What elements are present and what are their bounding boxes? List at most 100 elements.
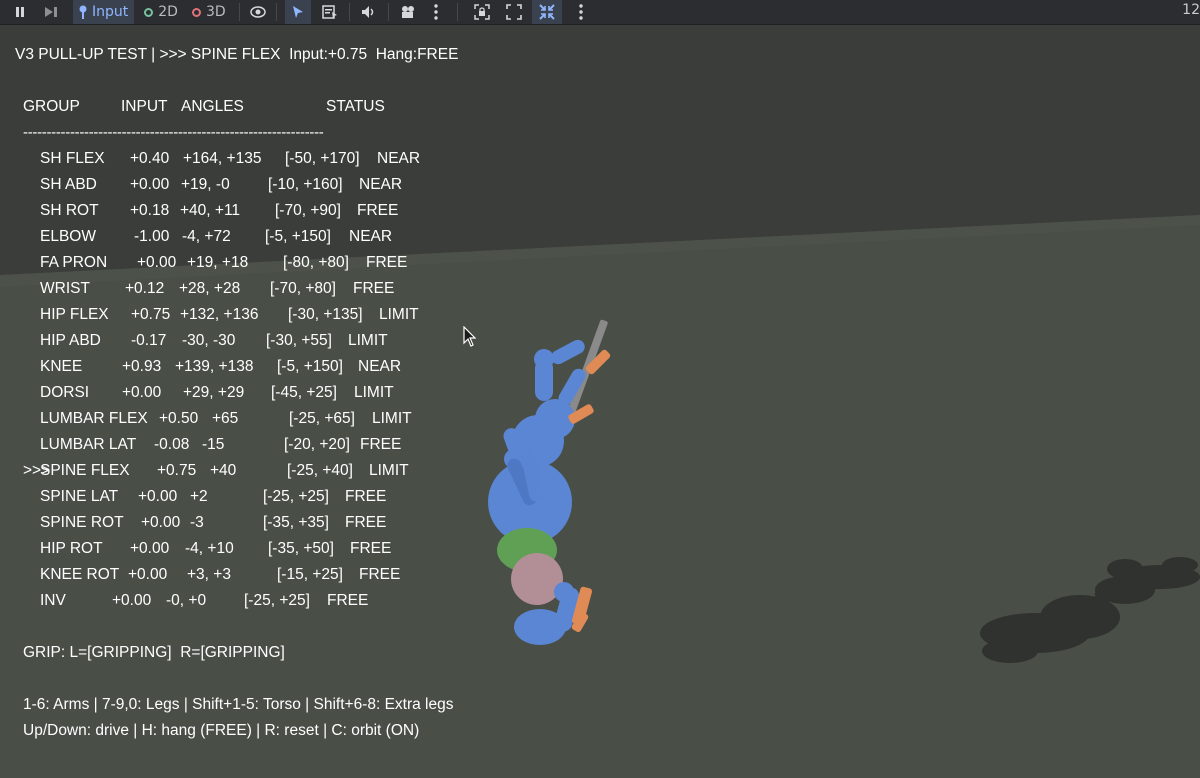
embed-window-icon	[538, 4, 555, 20]
row-angles: +2	[190, 488, 208, 505]
row-group: KNEE ROT	[40, 566, 120, 583]
pointer-input-icon	[79, 5, 87, 19]
row-group: DORSI	[40, 384, 90, 401]
header-angles: ANGLES	[181, 98, 244, 115]
row-angles: -3	[190, 514, 204, 531]
row-angles: +28, +28	[179, 280, 241, 297]
row-input: +0.12	[125, 280, 165, 297]
row-input: +0.00	[137, 254, 177, 271]
help-keys-line2: Up/Down: drive | H: hang (FREE) | R: res…	[23, 722, 420, 739]
row-status: LIMIT	[348, 332, 388, 349]
row-input: +0.93	[122, 358, 162, 375]
row-status: FREE	[357, 202, 399, 219]
row-status: LIMIT	[379, 306, 419, 323]
row-range: [-25, +65]	[289, 410, 355, 427]
input-toggle[interactable]: Input	[73, 0, 135, 24]
mode-2d-button[interactable]: 2D	[144, 0, 178, 24]
figure-shadow	[980, 557, 1200, 663]
kebab-menu-icon	[433, 4, 438, 20]
row-range: [-35, +50]	[268, 540, 334, 557]
audio-button[interactable]	[356, 0, 382, 24]
row-input: +0.50	[159, 410, 199, 427]
help-keys-line1: 1-6: Arms | 7-9,0: Legs | Shift+1-5: Tor…	[23, 696, 454, 713]
mode-3d-button[interactable]: 3D	[191, 0, 226, 24]
editor-toolbar: Input 2D 3D 12	[0, 0, 1200, 25]
mode-2d-radio-icon	[144, 7, 154, 17]
toolbar-separator	[387, 3, 389, 21]
row-input: -1.00	[134, 228, 170, 245]
row-range: [-45, +25]	[271, 384, 337, 401]
row-status: NEAR	[377, 150, 421, 167]
row-range: [-50, +170]	[285, 150, 360, 167]
fullscreen-button[interactable]	[500, 0, 528, 24]
row-group: SPINE ROT	[40, 514, 124, 531]
more-options-button[interactable]	[425, 0, 447, 24]
mode-3d-label: 3D	[205, 4, 226, 20]
row-status: LIMIT	[372, 410, 412, 427]
row-input: -0.17	[131, 332, 167, 349]
row-status: FREE	[353, 280, 395, 297]
row-range: [-70, +90]	[275, 202, 341, 219]
camera-lock-button[interactable]	[468, 0, 496, 24]
row-range: [-35, +35]	[263, 514, 329, 531]
row-group: INV	[40, 592, 66, 609]
row-input: +0.00	[141, 514, 181, 531]
pause-icon	[16, 7, 24, 17]
row-angles: +29, +29	[183, 384, 245, 401]
header-group: GROUP	[23, 98, 80, 115]
hud-title: V3 PULL-UP TEST | >>> SPINE FLEX Input:+…	[15, 46, 459, 63]
row-group: SPINE FLEX	[40, 462, 130, 479]
row-group: ELBOW	[40, 228, 96, 245]
row-angles: +65	[212, 410, 239, 427]
row-range: [-15, +25]	[277, 566, 343, 583]
next-frame-button[interactable]	[41, 0, 61, 24]
row-input: +0.00	[138, 488, 178, 505]
toolbar-separator	[238, 3, 240, 21]
row-angles: +132, +136	[180, 306, 259, 323]
row-group: HIP FLEX	[40, 306, 109, 323]
camera-lock-icon	[473, 4, 490, 20]
row-angles: +40, +11	[180, 202, 241, 219]
kebab-menu-icon	[578, 4, 583, 20]
toolbar-separator	[456, 3, 458, 21]
camera-button[interactable]	[395, 0, 421, 24]
row-angles: -4, +10	[185, 540, 234, 557]
game-viewport[interactable]: V3 PULL-UP TEST | >>> SPINE FLEX Input:+…	[0, 25, 1200, 778]
corner-counter: 12	[1182, 2, 1200, 18]
row-angles: +40	[210, 462, 237, 479]
row-input: +0.18	[130, 202, 170, 219]
row-status: FREE	[366, 254, 408, 271]
row-range: [-80, +80]	[283, 254, 349, 271]
row-status: FREE	[350, 540, 392, 557]
list-select-button[interactable]	[317, 0, 343, 24]
row-status: FREE	[359, 566, 401, 583]
toolbar-separator	[348, 3, 350, 21]
row-range: [-5, +150]	[277, 358, 343, 375]
row-range: [-30, +135]	[288, 306, 363, 323]
more-view-options-button[interactable]	[570, 0, 592, 24]
row-angles: -0, +0	[166, 592, 207, 609]
row-range: [-10, +160]	[268, 176, 343, 193]
select-tool-button[interactable]	[284, 0, 311, 24]
row-input: +0.00	[130, 540, 170, 557]
toolbar-separator	[275, 3, 277, 21]
row-range: [-20, +20]	[284, 436, 350, 453]
row-input: +0.00	[130, 176, 170, 193]
row-angles: -4, +72	[182, 228, 231, 245]
row-status: NEAR	[358, 358, 402, 375]
row-range: [-30, +55]	[266, 332, 332, 349]
pause-button[interactable]	[11, 0, 29, 24]
table-divider: ----------------------------------------…	[23, 124, 324, 141]
row-group: WRIST	[40, 280, 90, 297]
row-range: [-5, +150]	[265, 228, 331, 245]
row-group: HIP ROT	[40, 540, 103, 557]
row-input: -0.08	[154, 436, 190, 453]
row-group: FA PRON	[40, 254, 108, 271]
row-group: SH ROT	[40, 202, 99, 219]
row-status: FREE	[345, 488, 387, 505]
row-group: HIP ABD	[40, 332, 101, 349]
visibility-button[interactable]	[246, 0, 270, 24]
row-group: SPINE LAT	[40, 488, 119, 505]
embed-window-button[interactable]	[531, 0, 562, 24]
row-range: [-25, +40]	[287, 462, 353, 479]
